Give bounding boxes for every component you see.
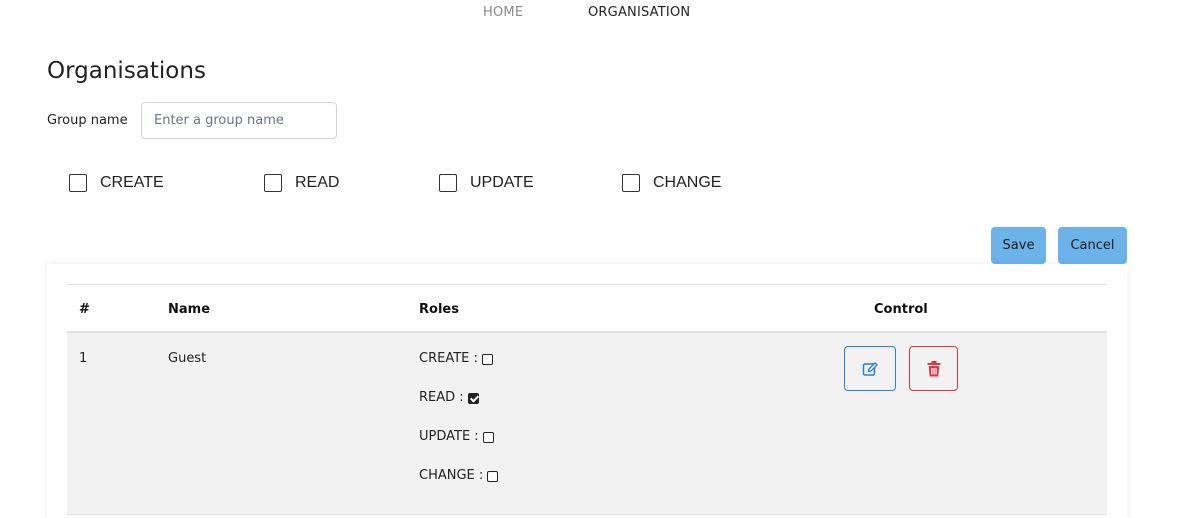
permission-read[interactable]: READ [264, 173, 339, 193]
role-label: CREATE : [419, 351, 478, 366]
group-name-label: Group name [47, 113, 128, 128]
nav-organisation-link[interactable]: ORGANISATION [588, 5, 690, 20]
role-read-checkbox[interactable] [467, 393, 479, 404]
table-header: # Name Roles Control [67, 284, 1107, 333]
create-checkbox[interactable] [69, 174, 87, 192]
nav-home-link[interactable]: HOME [483, 5, 523, 20]
read-checkbox[interactable] [264, 174, 282, 192]
update-checkbox[interactable] [439, 174, 457, 192]
permission-label: CREATE [100, 174, 164, 191]
column-header-control: Control [874, 302, 928, 317]
trash-icon [927, 360, 940, 376]
edit-button[interactable] [844, 346, 896, 391]
column-header-roles: Roles [419, 302, 459, 317]
organisations-table-card: # Name Roles Control 1 Guest CREATE : RE… [47, 264, 1127, 518]
role-label: UPDATE : [419, 429, 479, 444]
change-checkbox[interactable] [622, 174, 640, 192]
permission-change[interactable]: CHANGE [622, 173, 721, 193]
cancel-button[interactable]: Cancel [1058, 227, 1127, 264]
row-number: 1 [79, 351, 88, 366]
role-create-checkbox[interactable] [481, 354, 493, 365]
role-update-checkbox[interactable] [482, 432, 494, 443]
permission-label: READ [295, 174, 340, 191]
table-row: 1 Guest CREATE : READ : UPDATE : CHANGE … [67, 333, 1107, 515]
save-button[interactable]: Save [991, 227, 1046, 264]
row-name: Guest [168, 351, 207, 366]
edit-icon [862, 361, 878, 376]
role-label: CHANGE : [419, 468, 484, 483]
group-name-input[interactable] [141, 102, 337, 139]
column-header-number: # [79, 302, 90, 317]
role-update: UPDATE : [419, 429, 498, 468]
page-title: Organisations [47, 58, 206, 84]
permission-label: UPDATE [470, 174, 534, 191]
permission-update[interactable]: UPDATE [439, 173, 534, 193]
permission-label: CHANGE [653, 174, 722, 191]
role-read: READ : [419, 390, 498, 429]
role-change: CHANGE : [419, 468, 499, 507]
role-change-checkbox[interactable] [487, 471, 499, 482]
column-header-name: Name [168, 302, 211, 317]
top-nav: HOME ORGANISATION [0, 0, 1177, 28]
permission-create[interactable]: CREATE [69, 173, 164, 193]
delete-button[interactable] [909, 346, 958, 391]
role-create: CREATE : [419, 351, 498, 390]
row-roles: CREATE : READ : UPDATE : CHANGE : [419, 351, 499, 507]
organisations-table: # Name Roles Control 1 Guest CREATE : RE… [67, 284, 1107, 515]
role-label: READ : [419, 390, 464, 405]
